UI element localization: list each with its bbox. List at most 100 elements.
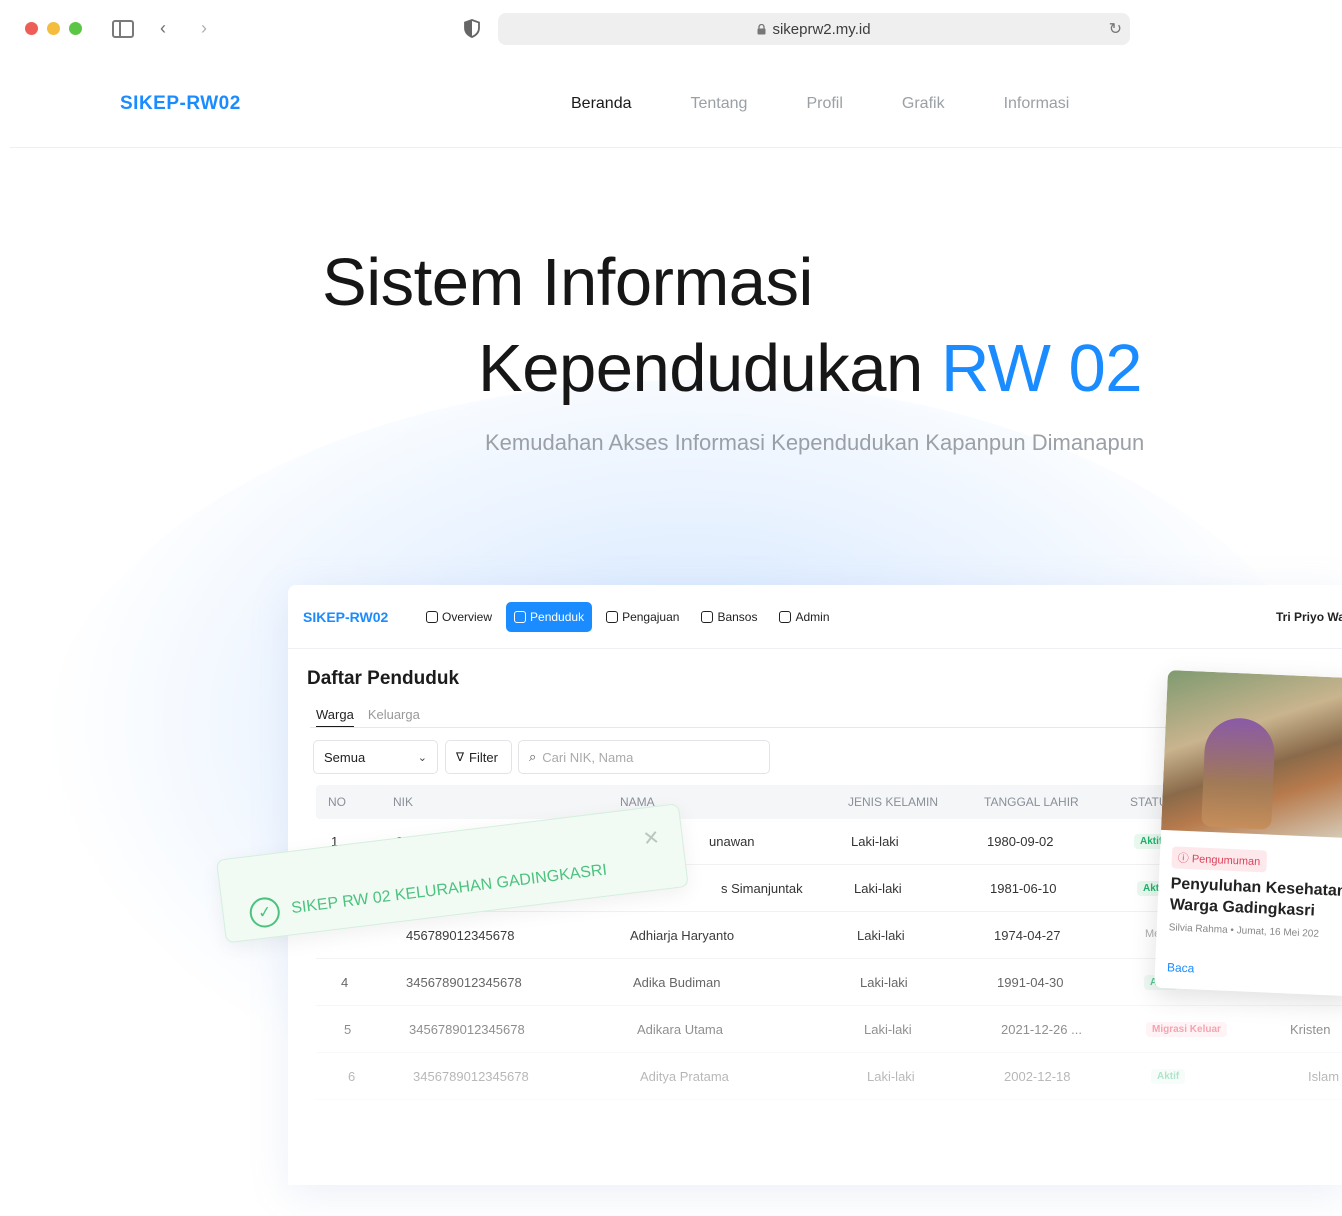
cell-tgl: 1991-04-30	[997, 975, 1064, 990]
cell-no: 5	[344, 1022, 352, 1037]
check-circle-icon: ✓	[248, 895, 282, 930]
cell-nama: Adika Budiman	[633, 975, 721, 990]
hero-title: Sistem Informasi Kependudukan RW 02	[0, 240, 1342, 412]
news-title: Penyuluhan Kesehatan Warga Gadingkasri	[1169, 875, 1342, 920]
status-select[interactable]: Semua ⌄	[313, 740, 438, 774]
cell-tgl: 1974-04-27	[994, 928, 1061, 943]
tab-label: Admin	[795, 610, 830, 624]
cell-jk: Laki-laki	[864, 1022, 912, 1037]
person	[1201, 716, 1276, 830]
shield-icon[interactable]	[464, 19, 480, 38]
table-row[interactable]: 6 3456789012345678 Aditya Pratama Laki-l…	[316, 1054, 1342, 1100]
filter-button[interactable]: ∇ Filter	[445, 740, 512, 774]
column-header[interactable]: NO	[328, 795, 346, 809]
status-badge: Aktif	[1151, 1069, 1186, 1084]
announcement-badge: ⓘ Pengumuman	[1171, 846, 1267, 873]
box-icon	[701, 611, 714, 623]
cell-nik: 456789012345678	[406, 928, 515, 943]
reload-icon[interactable]: ↻	[1109, 19, 1122, 39]
table-row[interactable]: 5 3456789012345678 Adikara Utama Laki-la…	[316, 1007, 1342, 1053]
address-bar[interactable]: sikeprw2.my.id ↻	[498, 13, 1130, 45]
cell-agama: Kristen	[1290, 1022, 1331, 1037]
app-logo[interactable]: SIKEP-RW02	[303, 609, 388, 625]
subtab-keluarga[interactable]: Keluarga	[368, 707, 420, 728]
site-navbar: SIKEP-RW02 Beranda Tentang Profil Grafik…	[10, 58, 1342, 148]
tab-label: Bansos	[717, 610, 758, 624]
close-window-button[interactable]	[25, 22, 38, 35]
page-title: Daftar Penduduk	[307, 668, 460, 689]
hero-title-highlight: RW 02	[940, 331, 1143, 406]
cell-no: 4	[341, 975, 349, 990]
cell-tgl: 2002-12-18	[1004, 1069, 1071, 1084]
tab-penduduk[interactable]: Penduduk	[506, 602, 593, 632]
app-tabs: Overview Penduduk Pengajuan Bansos Admin	[418, 602, 844, 632]
users-icon	[514, 611, 527, 623]
search-placeholder: Cari NIK, Nama	[542, 749, 634, 765]
cell-nama: unawan	[709, 834, 755, 849]
user-name[interactable]: Tri Priyo Wa	[1276, 610, 1342, 624]
column-header[interactable]: JENIS KELAMIN	[848, 795, 938, 809]
back-icon[interactable]: ‹	[160, 16, 166, 40]
read-more-link[interactable]: Baca	[1167, 960, 1195, 975]
minimize-window-button[interactable]	[47, 22, 60, 35]
tab-label: Pengajuan	[622, 610, 680, 624]
cell-nama: Aditya Pratama	[640, 1069, 729, 1084]
cell-nama: Adikara Utama	[637, 1022, 723, 1037]
close-icon[interactable]: ✕	[641, 825, 661, 852]
site-logo[interactable]: SIKEP-RW02	[120, 93, 241, 115]
hero-subtitle: Kemudahan Akses Informasi Kependudukan K…	[485, 430, 1145, 455]
cell-tgl: 1980-09-02	[987, 834, 1054, 849]
nav-links: Beranda Tentang Profil Grafik Informasi	[571, 95, 1128, 113]
news-author: Silvia Rahma	[1168, 922, 1228, 936]
cell-nik: 3456789012345678	[406, 975, 522, 990]
news-card[interactable]: ⓘ Pengumuman Penyuluhan Kesehatan Warga …	[1154, 670, 1342, 997]
hero-title-line2: Kependudukan RW 02	[0, 326, 1342, 412]
nav-beranda[interactable]: Beranda	[571, 95, 632, 113]
admin-icon	[779, 611, 792, 623]
app-header: SIKEP-RW02 Overview Penduduk Pengajuan B…	[288, 585, 1342, 649]
badge-label: Pengumuman	[1191, 853, 1261, 869]
tab-bansos[interactable]: Bansos	[693, 602, 765, 632]
tab-overview[interactable]: Overview	[418, 602, 500, 632]
column-header[interactable]: TANGGAL LAHIR	[984, 795, 1079, 809]
url-text: sikeprw2.my.id	[772, 21, 871, 38]
news-date: Jumat, 16 Mei 202	[1236, 925, 1320, 940]
home-icon	[426, 611, 438, 623]
nav-tentang[interactable]: Tentang	[691, 95, 748, 113]
search-icon: ⌕	[529, 749, 537, 764]
cell-tgl: 2021-12-26 ...	[1001, 1022, 1082, 1037]
maximize-window-button[interactable]	[69, 22, 82, 35]
inbox-icon	[606, 611, 619, 623]
tab-label: Penduduk	[530, 610, 585, 624]
chevron-down-icon: ⌄	[417, 751, 427, 764]
cell-jk: Laki-laki	[860, 975, 908, 990]
cell-jk: Laki-laki	[867, 1069, 915, 1084]
nav-grafik[interactable]: Grafik	[902, 95, 945, 113]
cell-jk: Laki-laki	[851, 834, 899, 849]
sidebar-toggle-icon[interactable]	[112, 20, 134, 38]
select-value: Semua	[324, 749, 366, 765]
tab-label: Overview	[442, 610, 493, 624]
cell-nama: Adhiarja Haryanto	[630, 928, 735, 943]
hero-title-prefix: Kependudukan	[478, 331, 923, 406]
tab-admin[interactable]: Admin	[771, 602, 837, 632]
cell-tgl: 1981-06-10	[990, 881, 1057, 896]
news-meta: Silvia Rahma • Jumat, 16 Mei 202	[1168, 922, 1320, 940]
cell-no: 6	[348, 1069, 356, 1084]
forward-icon[interactable]: ›	[201, 16, 207, 40]
subtabs: Warga Keluarga	[316, 707, 434, 728]
search-input[interactable]: ⌕ Cari NIK, Nama	[518, 740, 770, 774]
hero-title-line1: Sistem Informasi	[322, 245, 813, 320]
nav-informasi[interactable]: Informasi	[1004, 95, 1070, 113]
subtab-warga[interactable]: Warga	[316, 707, 354, 728]
status-badge: Migrasi Keluar	[1146, 1022, 1227, 1037]
filter-icon: ∇	[456, 750, 465, 764]
cell-jk: Laki-laki	[854, 881, 902, 896]
lock-icon	[757, 24, 766, 35]
column-header[interactable]: NIK	[393, 795, 413, 809]
tab-pengajuan[interactable]: Pengajuan	[598, 602, 687, 632]
cell-agama: Islam	[1308, 1069, 1340, 1084]
nav-profil[interactable]: Profil	[806, 95, 842, 113]
page: ‹ › sikeprw2.my.id ↻ SIKEP-RW02 Beranda …	[0, 0, 1342, 1216]
browser-chrome: ‹ › sikeprw2.my.id ↻	[0, 0, 1342, 58]
